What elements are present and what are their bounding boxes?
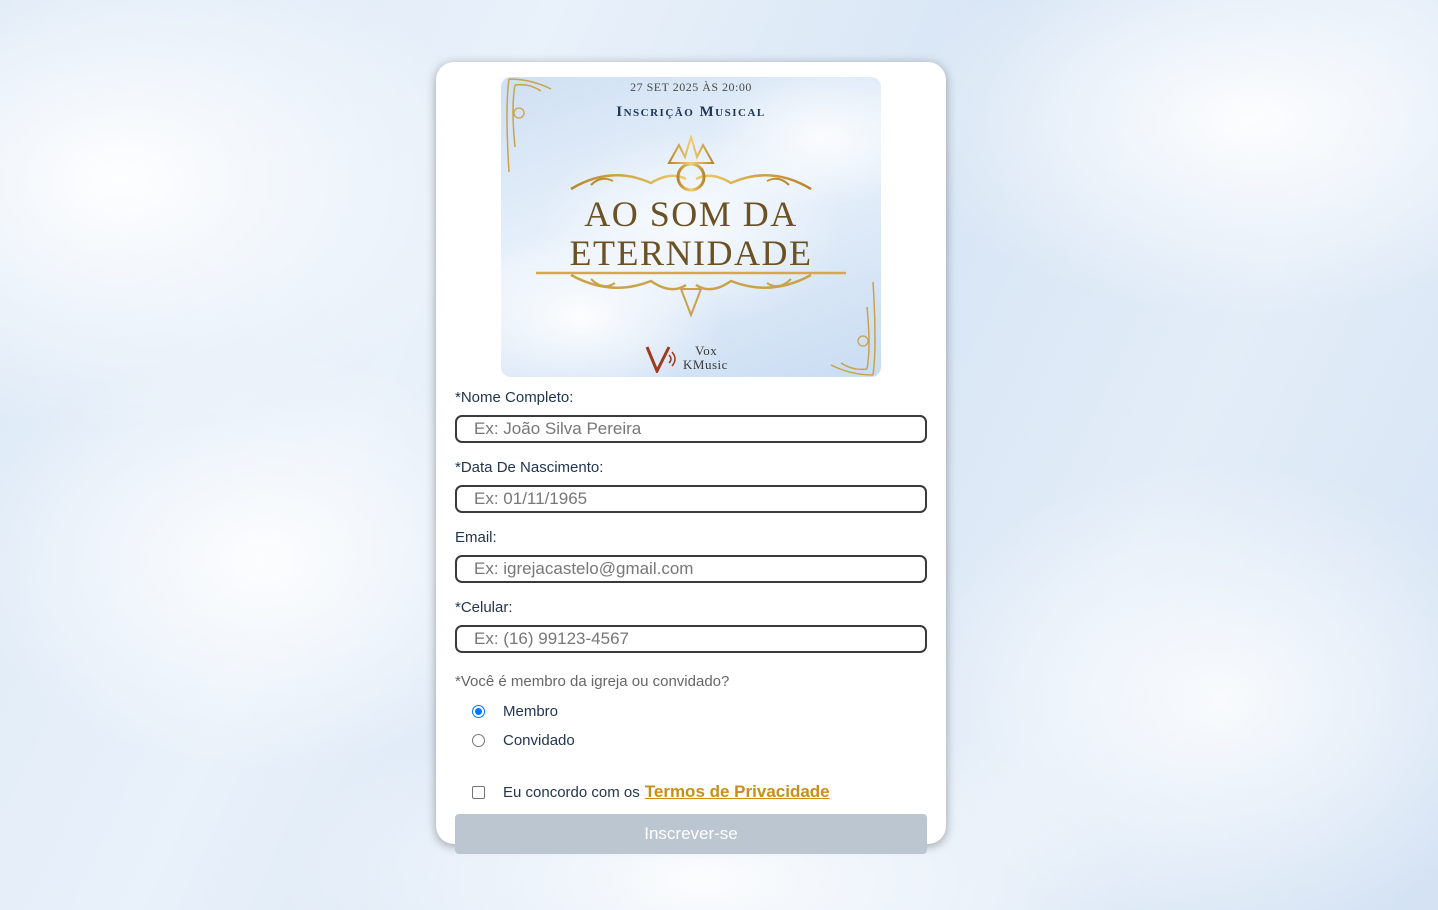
membership-question: *Você é membro da igreja ou convidado? [455,673,730,690]
birthdate-input[interactable] [455,485,927,513]
voxkmusic-logo: Vox KMusic [645,343,728,373]
scroll-ornament-icon [536,271,846,318]
membro-radio[interactable] [472,705,485,718]
registration-card: 27 SET 2025 ÀS 20:00 Inscrição Musical A… [436,62,946,854]
privacy-terms-link[interactable]: Termos de Privacidade [645,782,830,802]
convidado-radio[interactable] [472,734,485,747]
birthdate-label: *Data De Nascimento: [455,459,604,476]
logo-line2: KMusic [683,357,728,372]
submit-button[interactable]: Inscrever-se [455,814,927,854]
membership-options: Membro Convidado [455,697,927,755]
option-membro[interactable]: Membro [455,697,927,726]
event-title-line1: AO SOM DA [584,194,798,234]
phone-label: *Celular: [455,599,513,616]
event-date: 27 SET 2025 ÀS 20:00 [630,80,752,94]
vox-logo-icon [645,346,676,373]
logo-text: Vox KMusic [683,344,728,372]
email-label: Email: [455,529,497,546]
phone-input[interactable] [455,625,927,653]
email-input[interactable] [455,555,927,583]
membro-label[interactable]: Membro [503,703,558,720]
convidado-label[interactable]: Convidado [503,732,575,749]
event-subtitle: Inscrição Musical [616,104,766,120]
event-title-line2: ETERNIDADE [569,233,813,273]
registration-form: *Nome Completo: *Data De Nascimento: Ema… [455,388,927,854]
option-convidado[interactable]: Convidado [455,726,927,755]
event-title: AO SOM DA ETERNIDADE [501,195,881,273]
name-label: *Nome Completo: [455,389,574,406]
crown-ornament-icon [536,135,846,193]
terms-checkbox[interactable] [472,785,485,799]
name-input[interactable] [455,415,927,443]
event-banner: 27 SET 2025 ÀS 20:00 Inscrição Musical A… [501,77,881,377]
logo-line1: Vox [695,343,718,358]
terms-row: Eu concordo com os Termos de Privacidade [455,779,927,805]
terms-text: Eu concordo com os [503,783,640,801]
